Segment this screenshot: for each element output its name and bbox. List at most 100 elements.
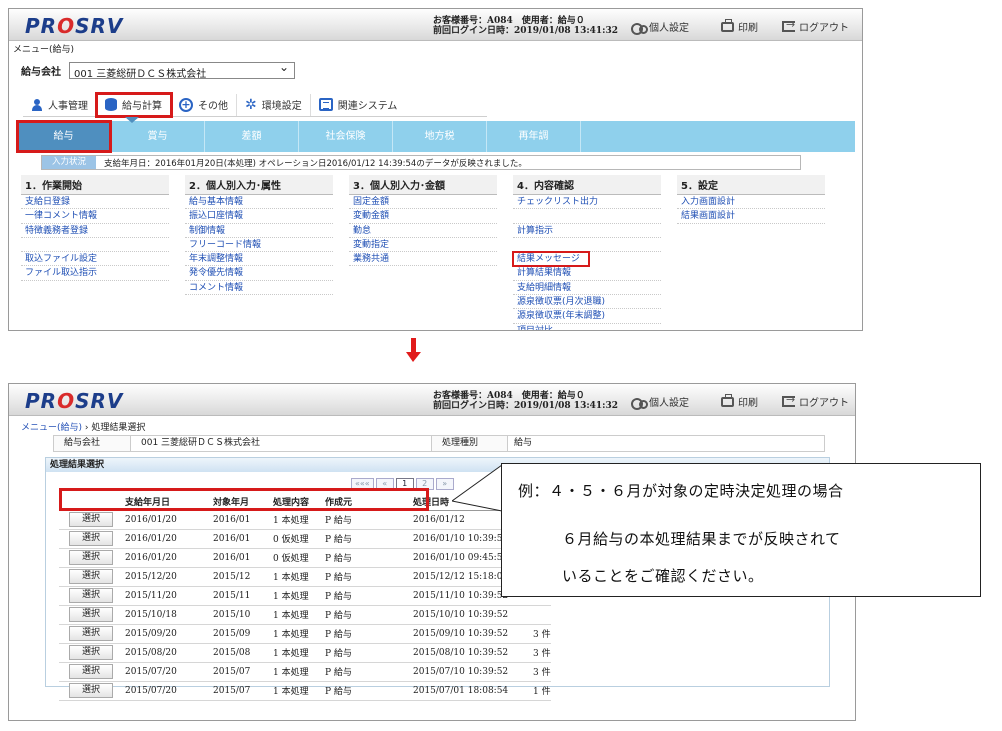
personal-settings-button-2[interactable]: 個人設定 [631, 394, 689, 410]
table-cell: 2015/08/10 10:39:52 [409, 643, 529, 663]
menu-spacer: . [513, 238, 661, 253]
menu-item[interactable]: 振込口座情報 [185, 209, 333, 224]
table-cell: 3 件 [529, 643, 551, 663]
menu-item[interactable]: 特徴義務者登録 [21, 224, 169, 238]
menu-item[interactable]: 変動指定 [349, 238, 497, 253]
menu-item[interactable]: 結果画面設計 [677, 209, 825, 224]
menu-item[interactable]: 年末調整情報 [185, 252, 333, 267]
callout-line-2: ６月給与の本処理結果までが反映されて [562, 530, 841, 548]
table-cell: 2015/07/10 10:39:52 [409, 662, 529, 682]
menu-item[interactable]: 業務共通 [349, 252, 497, 267]
top-bar-2: PROSRV お客様番号：A084 使用者：給与０ 前回ログイン日時：2019/… [9, 384, 855, 416]
process-type-label: 処理種別 [431, 436, 508, 451]
pager-button[interactable]: » [435, 478, 454, 490]
table-cell: 2015/12 [209, 567, 269, 587]
gear-icon [631, 22, 648, 35]
subnav-difference[interactable]: 差額 [205, 121, 299, 152]
company-select[interactable]: 001 三菱総研ＤＣＳ株式会社 [69, 60, 295, 80]
menu-column-title: 4．内容確認 [513, 175, 661, 195]
select-cell: 選択 [59, 624, 121, 644]
cog-icon: ✲ [245, 96, 257, 113]
select-button[interactable]: 選択 [69, 569, 113, 584]
menu-item[interactable]: 一律コメント情報 [21, 209, 169, 224]
subnav-bonus[interactable]: 賞与 [111, 121, 205, 152]
nav-hr[interactable]: 人事管理 [23, 93, 97, 116]
menu-item[interactable]: チェックリスト出力 [513, 195, 661, 210]
logout-button[interactable]: ログアウト [782, 18, 849, 34]
menu-item[interactable]: 計算結果情報 [513, 266, 661, 281]
menu-spacer: . [21, 238, 169, 253]
print-button[interactable]: 印刷 [721, 18, 758, 34]
subnav-social-insurance[interactable]: 社会保険 [299, 121, 393, 152]
print-button-2[interactable]: 印刷 [721, 393, 758, 409]
breadcrumb-menu-link[interactable]: メニュー(給与) [21, 423, 82, 433]
personal-settings-button[interactable]: 個人設定 [631, 19, 689, 35]
menu-column-title: 2．個人別入力･属性 [185, 175, 333, 195]
table-row: 選択 2015/10/18 2015/10 1 本処理 P 給与 2015/10/10 1… [59, 605, 551, 625]
table-cell: 3 件 [529, 662, 551, 682]
select-button[interactable]: 選択 [69, 512, 113, 527]
select-cell: 選択 [59, 529, 121, 549]
subnav-year-end-redo[interactable]: 再年調 [487, 121, 581, 152]
select-cell: 選択 [59, 548, 121, 568]
menu-item[interactable]: ファイル取込指示 [21, 266, 169, 281]
select-cell: 選択 [59, 681, 121, 701]
login-line: 前回ログイン日時：2019/01/08 13:41:32 [433, 26, 619, 36]
result-table: 支給年月日 対象年月 処理内容 作成元 処理日時 選択 2016/01/20 2016/01… [59, 494, 551, 701]
list-icon [318, 98, 333, 111]
select-button[interactable]: 選択 [69, 683, 113, 698]
select-button[interactable]: 選択 [69, 645, 113, 660]
menu-item[interactable]: 変動金額 [349, 209, 497, 224]
table-cell: 1 本処理 [269, 586, 321, 606]
menu-item[interactable]: 制御情報 [185, 224, 333, 238]
table-cell: 2016/01/20 [121, 529, 209, 549]
app-logo-2[interactable]: PROSRV [25, 389, 123, 413]
menu-item[interactable]: 給与基本情報 [185, 195, 333, 210]
table-cell: P 給与 [321, 586, 409, 606]
status-bar: 入力状況 支給年月日：2016年01月20日(本処理) オペレーション日2016… [41, 155, 801, 170]
table-cell: 2016/01 [209, 548, 269, 568]
nav-env-settings[interactable]: ✲ 環境設定 [237, 93, 311, 116]
menu-item[interactable]: コメント情報 [185, 281, 333, 296]
select-button[interactable]: 選択 [69, 607, 113, 622]
menu-item[interactable]: 勤怠 [349, 224, 497, 238]
table-cell: 1 本処理 [269, 643, 321, 663]
table-cell: 2015/10 [209, 605, 269, 625]
select-button[interactable]: 選択 [69, 550, 113, 565]
table-cell: 2015/07/20 [121, 662, 209, 682]
menu-item[interactable]: 取込ファイル設定 [21, 252, 169, 267]
menu-item[interactable]: 源泉徴収票(年末調整) [513, 309, 661, 324]
select-button[interactable]: 選択 [69, 588, 113, 603]
subnav-salary[interactable]: 給与 [16, 120, 112, 153]
select-button[interactable]: 選択 [69, 626, 113, 641]
nav-hr-label: 人事管理 [48, 101, 88, 112]
menu-column-title: 1．作業開始 [21, 175, 169, 195]
main-nav: 人事管理 給与計算 + その他 ✲ 環境設定 関連システム [23, 91, 487, 118]
menu-item[interactable]: 項目対比 [513, 324, 661, 330]
menu-item[interactable]: 入力画面設計 [677, 195, 825, 210]
table-cell: 1 件 [529, 681, 551, 701]
select-button[interactable]: 選択 [69, 531, 113, 546]
subnav-local-tax[interactable]: 地方税 [393, 121, 487, 152]
menu-item[interactable]: 結果メッセージ [512, 251, 590, 268]
nav-related-systems[interactable]: 関連システム [311, 94, 406, 116]
nav-payroll[interactable]: 給与計算 [95, 91, 173, 118]
nav-other[interactable]: + その他 [171, 93, 237, 116]
menu-item[interactable]: 源泉徴収票(月次退職) [513, 295, 661, 310]
select-cell: 選択 [59, 643, 121, 663]
table-cell: 1 本処理 [269, 567, 321, 587]
menu-item[interactable]: 発令優先情報 [185, 266, 333, 281]
table-cell: P 給与 [321, 681, 409, 701]
company-value-2: 001 三菱総研ＤＣＳ株式会社 [141, 438, 261, 448]
logout-button-2[interactable]: ログアウト [782, 393, 849, 409]
select-button[interactable]: 選択 [69, 664, 113, 679]
menu-item[interactable]: 計算指示 [513, 224, 661, 238]
menu-item[interactable]: 固定金額 [349, 195, 497, 210]
menu-column: 4．内容確認チェックリスト出力.計算指示.結果メッセージ計算結果情報支給明細情報… [512, 175, 677, 330]
menu-item[interactable]: 支給明細情報 [513, 281, 661, 296]
select-cell: 選択 [59, 662, 121, 682]
app-logo[interactable]: PROSRV [25, 14, 123, 38]
nav-related-label: 関連システム [337, 101, 398, 112]
menu-item[interactable]: フリーコード情報 [185, 238, 333, 253]
menu-item[interactable]: 支給日登録 [21, 195, 169, 210]
